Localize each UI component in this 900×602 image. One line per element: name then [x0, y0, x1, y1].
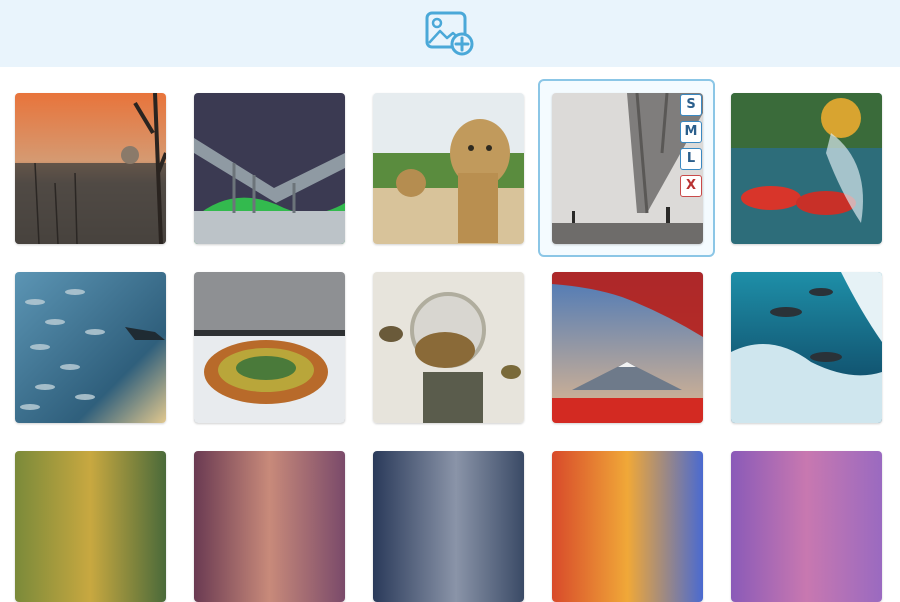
image-gallery: S M L X [0, 0, 900, 602]
image-diver-fish-school [15, 272, 166, 423]
image-seals-iceberg [731, 272, 882, 423]
gallery-tile[interactable] [731, 272, 882, 423]
image-green-sunset [15, 451, 166, 602]
gallery-tile[interactable] [194, 93, 345, 244]
size-medium-button[interactable]: M [680, 121, 702, 143]
size-large-button[interactable]: L [680, 148, 702, 170]
image-mount-fuji-maple [552, 272, 703, 423]
image-purple-sky [194, 451, 345, 602]
gallery-tile[interactable] [731, 93, 882, 244]
gallery-tile[interactable] [373, 451, 524, 602]
image-salmon-underwater [731, 93, 882, 244]
image-violet-clouds [731, 451, 882, 602]
gallery-tile[interactable] [15, 93, 166, 244]
image-orange-clouds [552, 451, 703, 602]
gallery-tile[interactable] [552, 272, 703, 423]
gallery-tile[interactable] [15, 272, 166, 423]
gallery-tile[interactable] [731, 451, 882, 602]
gallery-tile[interactable] [373, 272, 524, 423]
image-aurora-bridge [194, 93, 345, 244]
gallery-tile[interactable] [15, 451, 166, 602]
image-leopards [373, 93, 524, 244]
gallery-tile[interactable] [373, 93, 524, 244]
remove-image-button[interactable]: X [680, 175, 702, 197]
gallery-tile[interactable] [194, 451, 345, 602]
size-small-button[interactable]: S [680, 94, 702, 116]
gallery-tile[interactable] [194, 272, 345, 423]
gallery-tile[interactable]: S M L X [552, 93, 703, 244]
image-milky-way [373, 451, 524, 602]
gallery-tile[interactable] [552, 451, 703, 602]
image-wildfire-koala [15, 93, 166, 244]
image-bird-astronaut [373, 272, 524, 423]
image-hot-spring [194, 272, 345, 423]
